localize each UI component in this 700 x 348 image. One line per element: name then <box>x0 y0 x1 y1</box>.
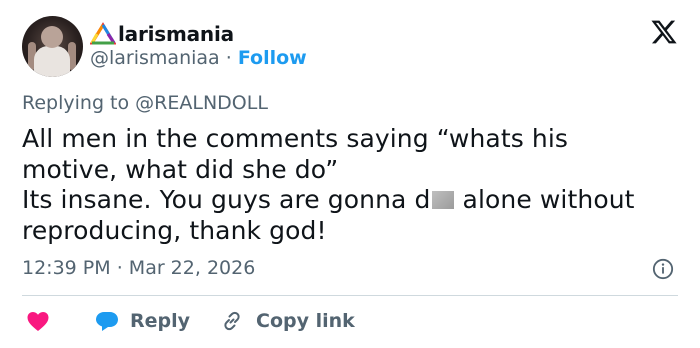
timestamp-separator: · <box>116 257 123 279</box>
avatar-detail <box>41 26 63 48</box>
copy-link-button[interactable]: Copy link <box>220 309 355 333</box>
action-bar: Reply Copy link <box>22 307 355 335</box>
copy-link-label: Copy link <box>256 310 355 332</box>
heart-icon[interactable] <box>26 310 50 332</box>
avatar-detail <box>34 46 70 77</box>
display-name[interactable]: larismania <box>118 22 234 46</box>
author-handle[interactable]: @larismaniaa <box>90 47 220 69</box>
tweet-line: reproducing, thank god! <box>22 215 327 245</box>
x-logo-icon[interactable] <box>650 18 678 46</box>
rainbow-triangle-icon <box>90 22 116 45</box>
reply-label: Reply <box>130 310 191 332</box>
follow-button[interactable]: Follow <box>238 47 307 69</box>
tweet-line-segment: Its insane. You guys are gonna d <box>22 185 431 214</box>
tweet-line: All men in the comments saying “whats hi… <box>22 124 569 153</box>
tweet-time: 12:39 PM <box>22 257 111 279</box>
reply-button[interactable]: Reply <box>94 310 190 332</box>
divider <box>22 295 678 296</box>
info-icon[interactable] <box>652 258 674 280</box>
tweet-timestamp[interactable]: 12:39 PM · Mar 22, 2026 <box>22 257 255 279</box>
tweet-line: motive, what did she do” <box>22 154 339 184</box>
replying-to: Replying to @REALNDOLL <box>22 92 268 114</box>
tweet-date: Mar 22, 2026 <box>128 257 256 279</box>
tweet-line: Its insane. You guys are gonna d alone w… <box>22 185 682 216</box>
replying-to-handle[interactable]: @REALNDOLL <box>135 92 268 114</box>
tweet-line-segment: alone without <box>454 185 635 214</box>
handle-row: @larismaniaa · Follow <box>90 47 307 69</box>
reply-bubble-icon <box>96 312 118 331</box>
tweet-text: All men in the comments saying “whats hi… <box>22 124 682 246</box>
replying-to-label: Replying to <box>22 92 130 114</box>
author-name-row[interactable]: larismania <box>90 20 234 48</box>
censor-block <box>431 191 454 209</box>
handle-separator: · <box>225 47 232 69</box>
avatar[interactable] <box>22 16 83 77</box>
link-icon <box>224 311 240 331</box>
